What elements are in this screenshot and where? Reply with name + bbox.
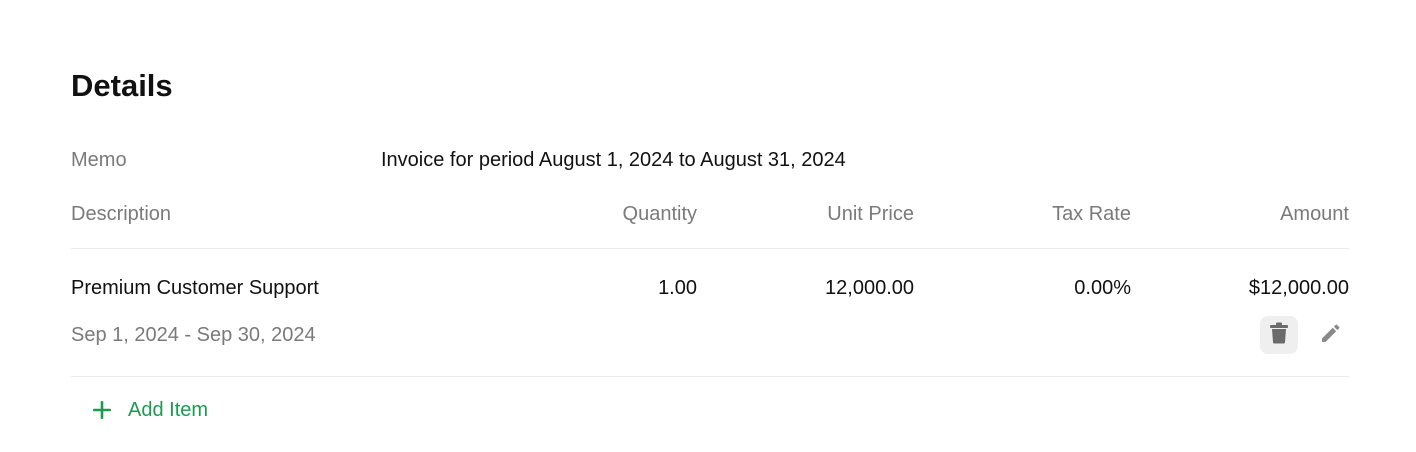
column-header-description: Description <box>71 203 172 225</box>
item-tax-rate: 0.00% <box>1074 277 1131 299</box>
edit-item-button[interactable] <box>1312 316 1350 354</box>
delete-item-button[interactable] <box>1260 316 1298 354</box>
table-divider <box>71 248 1349 249</box>
column-header-amount: Amount <box>1280 203 1349 225</box>
details-heading: Details <box>71 68 173 103</box>
memo-value: Invoice for period August 1, 2024 to Aug… <box>381 149 846 171</box>
item-amount: $12,000.00 <box>1248 277 1349 299</box>
trash-icon <box>1269 322 1289 349</box>
pencil-icon <box>1320 322 1342 349</box>
column-header-quantity: Quantity <box>622 203 697 225</box>
table-divider <box>71 376 1349 377</box>
item-period: Sep 1, 2024 - Sep 30, 2024 <box>71 324 316 346</box>
item-description: Premium Customer Support <box>71 277 319 299</box>
add-item-button[interactable]: Add Item <box>90 394 208 426</box>
memo-label: Memo <box>71 149 127 171</box>
item-quantity: 1.00 <box>658 277 697 299</box>
item-unit-price: 12,000.00 <box>825 277 914 299</box>
plus-icon <box>90 398 114 422</box>
column-header-unit-price: Unit Price <box>827 203 914 225</box>
add-item-label: Add Item <box>128 398 209 421</box>
column-header-tax-rate: Tax Rate <box>1052 203 1131 225</box>
